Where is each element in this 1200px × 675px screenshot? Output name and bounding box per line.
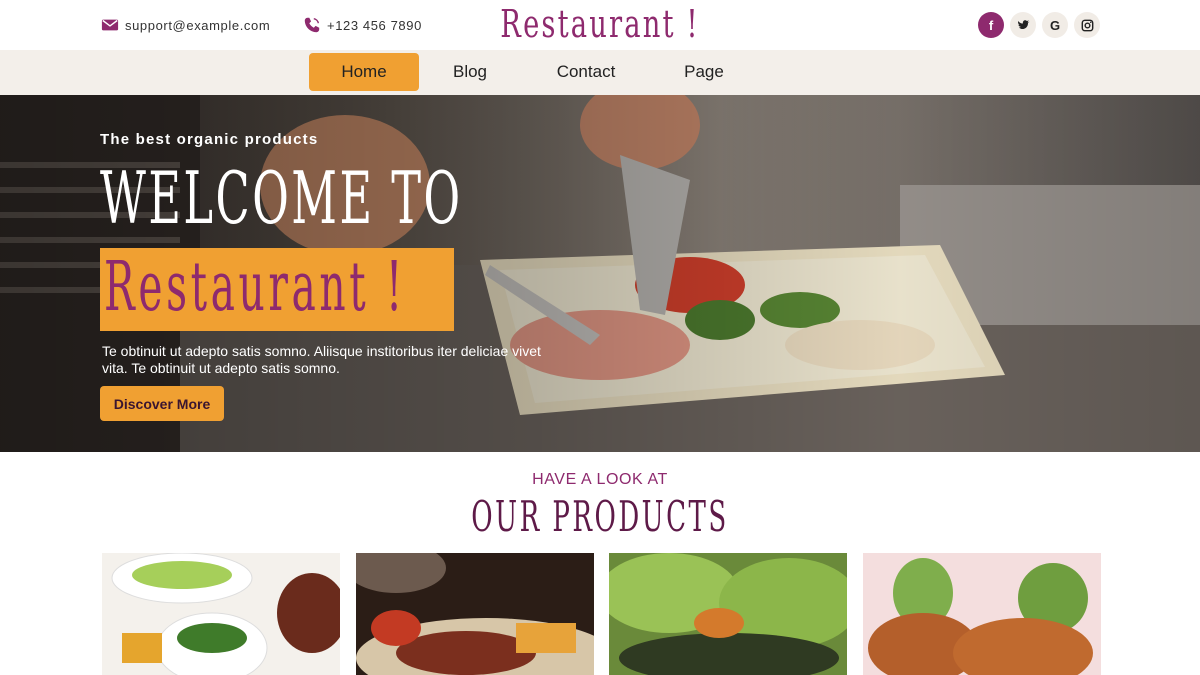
site-logo[interactable]: Restaurant !	[168, 2, 1032, 46]
main-nav: Home Blog Contact Page	[0, 50, 1200, 95]
facebook-icon[interactable]: f	[978, 12, 1004, 38]
product-image	[863, 553, 1101, 675]
product-card-grill-dish[interactable]	[356, 553, 594, 675]
hero-title: WELCOME TO	[100, 156, 463, 240]
hero-kicker: The best organic products	[100, 131, 319, 148]
social-links: f G	[978, 12, 1100, 38]
nav-blog[interactable]: Blog	[430, 53, 510, 91]
top-bar: support@example.com +123 456 7890 Restau…	[0, 0, 1200, 50]
product-card-fried-chicken[interactable]	[863, 553, 1101, 675]
hero-brand: Restaurant !	[104, 248, 406, 327]
product-card-salad-plate[interactable]	[102, 553, 340, 675]
products-title: OUR PRODUCTS	[471, 492, 729, 541]
product-image	[102, 553, 340, 675]
nav-home[interactable]: Home	[309, 53, 419, 91]
product-image	[609, 553, 847, 675]
nav-page[interactable]: Page	[664, 53, 744, 91]
instagram-icon[interactable]	[1074, 12, 1100, 38]
twitter-icon[interactable]	[1010, 12, 1036, 38]
hero-banner: The best organic products WELCOME TO Res…	[0, 95, 1200, 452]
google-icon[interactable]: G	[1042, 12, 1068, 38]
product-image	[356, 553, 594, 675]
products-kicker: HAVE A LOOK AT	[532, 471, 668, 488]
nav-contact[interactable]: Contact	[540, 53, 632, 91]
mail-icon	[101, 19, 119, 31]
hero-description: Te obtinuit ut adepto satis somno. Aliis…	[102, 343, 541, 376]
discover-more-button[interactable]: Discover More	[100, 386, 224, 421]
product-card-green-salad[interactable]	[609, 553, 847, 675]
